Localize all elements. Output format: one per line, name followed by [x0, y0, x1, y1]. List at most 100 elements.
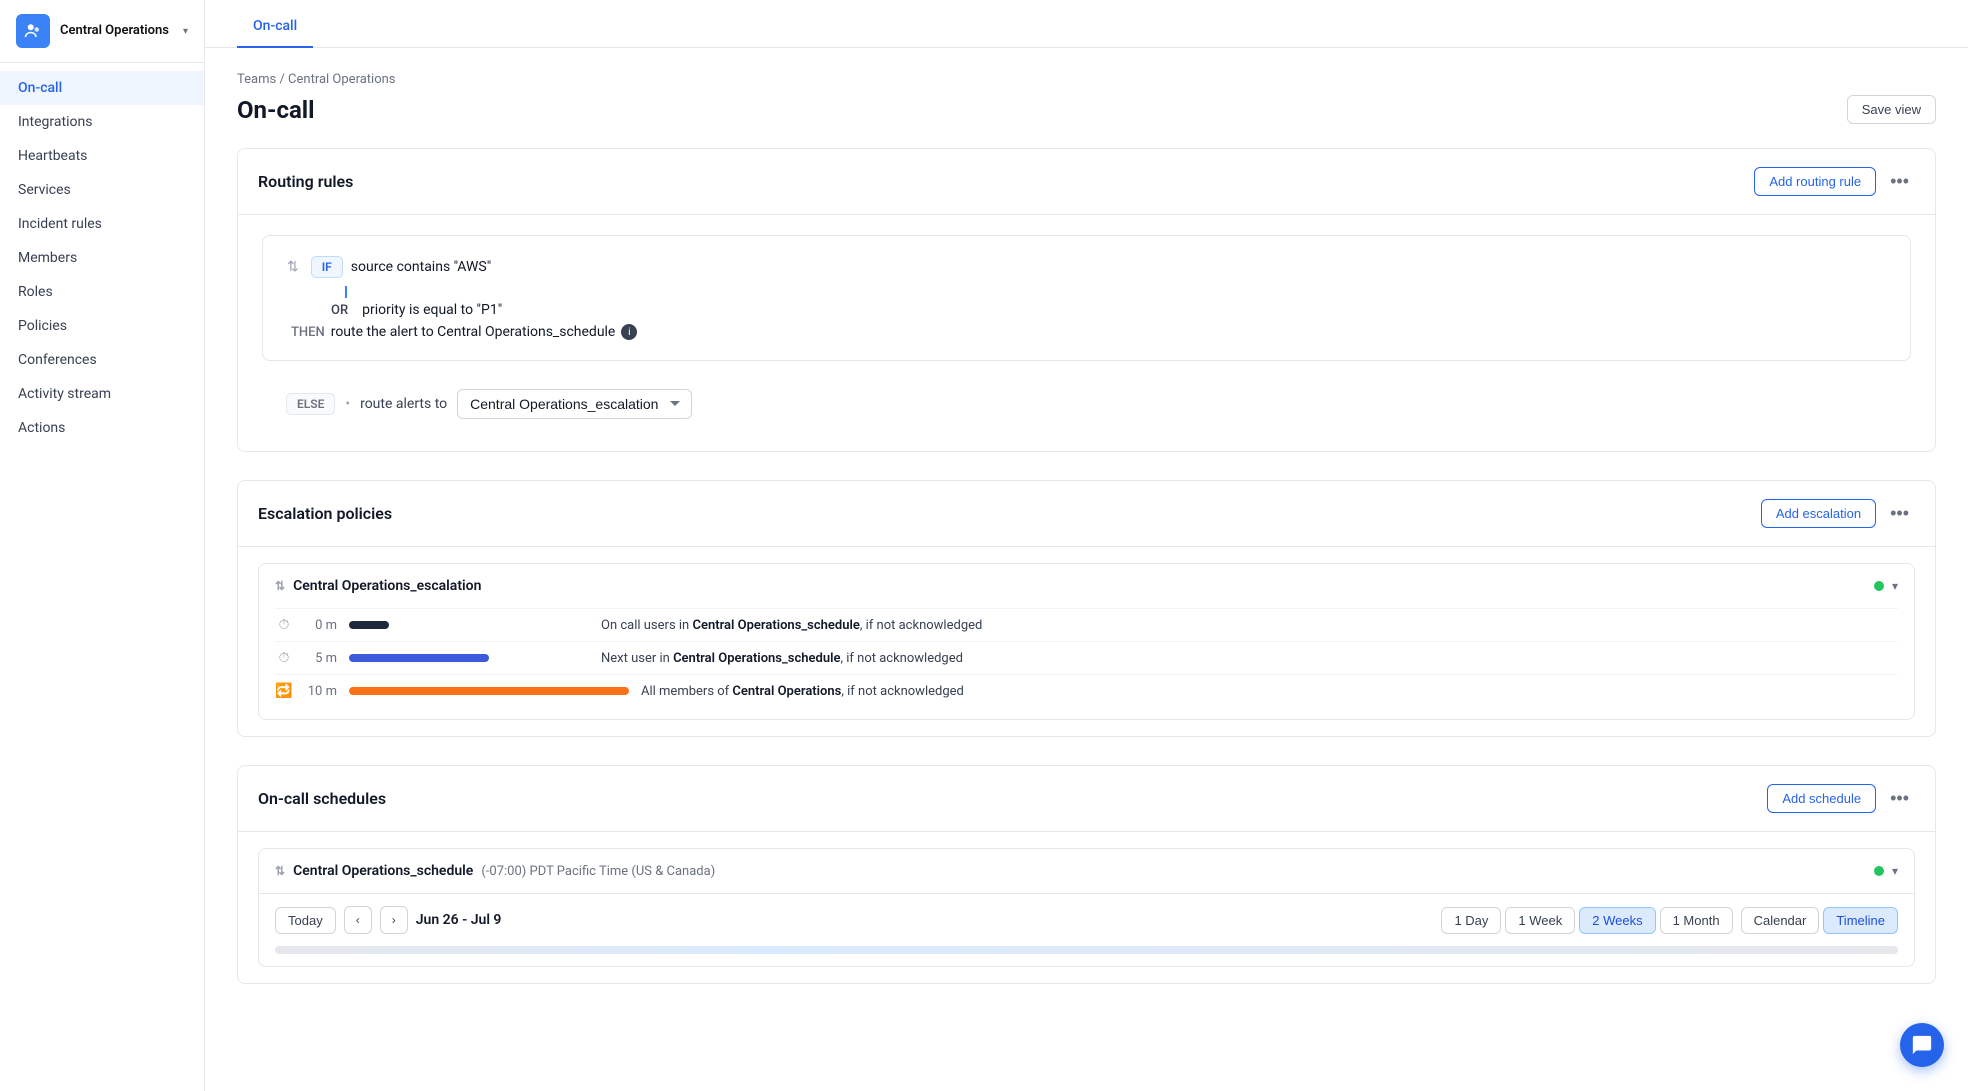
schedule-status-dot	[1874, 866, 1884, 876]
then-label: THEN	[291, 325, 325, 340]
calendar-toolbar: Today ‹ › Jun 26 - Jul 9 1 Day 1 Week 2 …	[259, 893, 1914, 946]
escalation-step-3: 🔁 10 m All members of Central Operations…	[275, 674, 1898, 707]
else-route-dropdown[interactable]: Central Operations_escalation	[457, 389, 692, 419]
step-3-bar-wrap	[349, 687, 629, 695]
calendar-prev-button[interactable]: ‹	[344, 906, 372, 934]
breadcrumb-current: Central Operations	[288, 72, 395, 87]
escalation-policies-header: Escalation policies Add escalation •••	[238, 481, 1935, 547]
add-schedule-button[interactable]: Add schedule	[1767, 784, 1876, 813]
sidebar-item-conferences[interactable]: Conferences	[0, 343, 204, 377]
schedules-title: On-call schedules	[258, 789, 386, 808]
step-2-time: 5 m	[305, 651, 337, 666]
info-icon[interactable]: i	[621, 324, 637, 340]
step-1-time: 0 m	[305, 618, 337, 633]
view-1month-button[interactable]: 1 Month	[1660, 907, 1733, 934]
org-name: Central Operations	[60, 23, 169, 39]
top-bar: On-call	[205, 0, 1968, 48]
escalation-policies-title: Escalation policies	[258, 504, 392, 523]
calendar-view-buttons: 1 Day 1 Week 2 Weeks 1 Month	[1441, 907, 1732, 934]
save-view-button[interactable]: Save view	[1847, 95, 1936, 124]
sidebar-item-on-call[interactable]: On-call	[0, 71, 204, 105]
else-route-label: route alerts to	[360, 396, 447, 412]
org-logo	[16, 14, 50, 48]
routing-rules-section: Routing rules Add routing rule ••• ⇅ IF …	[237, 148, 1936, 452]
escalation-policies-actions: Add escalation •••	[1761, 499, 1915, 528]
sidebar-item-policies[interactable]: Policies	[0, 309, 204, 343]
add-routing-rule-button[interactable]: Add routing rule	[1754, 167, 1876, 196]
escalation-steps: ⏱ 0 m On call users in Central Operation…	[259, 608, 1914, 719]
escalation-name-row: ⇅ Central Operations_escalation	[275, 578, 481, 594]
sidebar-item-services[interactable]: Services	[0, 173, 204, 207]
escalation-item-header: ⇅ Central Operations_escalation ▾	[259, 564, 1914, 608]
routing-rules-actions: Add routing rule •••	[1754, 167, 1915, 196]
schedules-more-button[interactable]: •••	[1884, 786, 1915, 811]
else-dot-separator: •	[345, 396, 350, 412]
sidebar-item-members[interactable]: Members	[0, 241, 204, 275]
else-row: ELSE • route alerts to Central Operation…	[262, 377, 1911, 431]
schedules-header: On-call schedules Add schedule •••	[238, 766, 1935, 832]
view-1day-button[interactable]: 1 Day	[1441, 907, 1501, 934]
rule-or-row: OR priority is equal to "P1"	[287, 302, 1886, 318]
calendar-view-button[interactable]: Calendar	[1741, 907, 1820, 934]
view-1week-button[interactable]: 1 Week	[1505, 907, 1575, 934]
schedule-item-header: ⇅ Central Operations_schedule (-07:00) P…	[259, 849, 1914, 893]
sidebar-item-incident-rules[interactable]: Incident rules	[0, 207, 204, 241]
step-2-desc: Next user in Central Operations_schedule…	[601, 651, 1898, 666]
calendar-display-buttons: Calendar Timeline	[1741, 907, 1898, 934]
org-header[interactable]: Central Operations ▾	[0, 0, 204, 63]
timeline-view-button[interactable]: Timeline	[1823, 907, 1898, 934]
escalation-name: Central Operations_escalation	[293, 578, 481, 594]
step-3-time: 10 m	[305, 684, 337, 699]
routing-rule-item: ⇅ IF source contains "AWS" OR priority i…	[262, 235, 1911, 361]
org-chevron-icon: ▾	[183, 26, 188, 37]
if-badge: IF	[311, 256, 343, 278]
sidebar-item-heartbeats[interactable]: Heartbeats	[0, 139, 204, 173]
calendar-nav: Today ‹ › Jun 26 - Jul 9	[275, 906, 501, 934]
breadcrumb-teams[interactable]: Teams	[237, 72, 276, 87]
step-3-repeat-icon: 🔁	[275, 683, 293, 699]
step-3-desc: All members of Central Operations, if no…	[641, 684, 1898, 699]
calendar-view-options: 1 Day 1 Week 2 Weeks 1 Month Calendar Ti…	[1441, 907, 1898, 934]
tab-on-call[interactable]: On-call	[237, 6, 313, 48]
step-1-clock-icon: ⏱	[275, 617, 293, 633]
oncall-schedules-section: On-call schedules Add schedule ••• ⇅ Cen…	[237, 765, 1936, 984]
content-area: Teams / Central Operations On-call Save …	[205, 48, 1968, 1036]
sidebar-item-actions[interactable]: Actions	[0, 411, 204, 445]
sidebar-item-integrations[interactable]: Integrations	[0, 105, 204, 139]
schedule-name: Central Operations_schedule	[293, 863, 473, 879]
today-button[interactable]: Today	[275, 907, 336, 934]
step-2-bar-wrap	[349, 654, 589, 662]
calendar-strip	[275, 946, 1898, 954]
step-2-clock-icon: ⏱	[275, 650, 293, 666]
schedule-collapse-icon[interactable]: ▾	[1892, 864, 1898, 878]
chat-bubble-button[interactable]	[1900, 1023, 1944, 1067]
sidebar-item-roles[interactable]: Roles	[0, 275, 204, 309]
escalation-drag-icon: ⇅	[275, 579, 285, 593]
schedule-timezone: (-07:00) PDT Pacific Time (US & Canada)	[481, 864, 715, 879]
sidebar-item-activity-stream[interactable]: Activity stream	[0, 377, 204, 411]
step-1-desc: On call users in Central Operations_sche…	[601, 618, 1898, 633]
calendar-next-button[interactable]: ›	[380, 906, 408, 934]
escalation-step-2: ⏱ 5 m Next user in Central Operations_sc…	[275, 641, 1898, 674]
rule-if-row: ⇅ IF source contains "AWS"	[287, 256, 1886, 278]
rule-condition-1: source contains "AWS"	[351, 259, 491, 275]
routing-rules-title: Routing rules	[258, 172, 353, 191]
view-2weeks-button[interactable]: 2 Weeks	[1579, 907, 1655, 934]
schedules-body: ⇅ Central Operations_schedule (-07:00) P…	[238, 832, 1935, 983]
schedule-drag-icon: ⇅	[275, 864, 285, 878]
step-2-bar	[349, 654, 489, 662]
escalation-collapse-icon[interactable]: ▾	[1892, 579, 1898, 593]
routing-rules-more-button[interactable]: •••	[1884, 169, 1915, 194]
escalation-policies-section: Escalation policies Add escalation ••• ⇅…	[237, 480, 1936, 737]
routing-rules-body: ⇅ IF source contains "AWS" OR priority i…	[238, 215, 1935, 451]
schedule-name-row: ⇅ Central Operations_schedule (-07:00) P…	[275, 863, 715, 879]
or-label: OR	[331, 303, 348, 318]
sidebar-nav: On-call Integrations Heartbeats Services…	[0, 63, 204, 1091]
escalation-more-button[interactable]: •••	[1884, 501, 1915, 526]
routing-rules-header: Routing rules Add routing rule •••	[238, 149, 1935, 215]
page-title: On-call	[237, 96, 315, 124]
step-1-bar	[349, 621, 389, 629]
escalation-step-1: ⏱ 0 m On call users in Central Operation…	[275, 608, 1898, 641]
add-escalation-button[interactable]: Add escalation	[1761, 499, 1876, 528]
escalation-body: ⇅ Central Operations_escalation ▾ ⏱ 0 m	[238, 547, 1935, 736]
